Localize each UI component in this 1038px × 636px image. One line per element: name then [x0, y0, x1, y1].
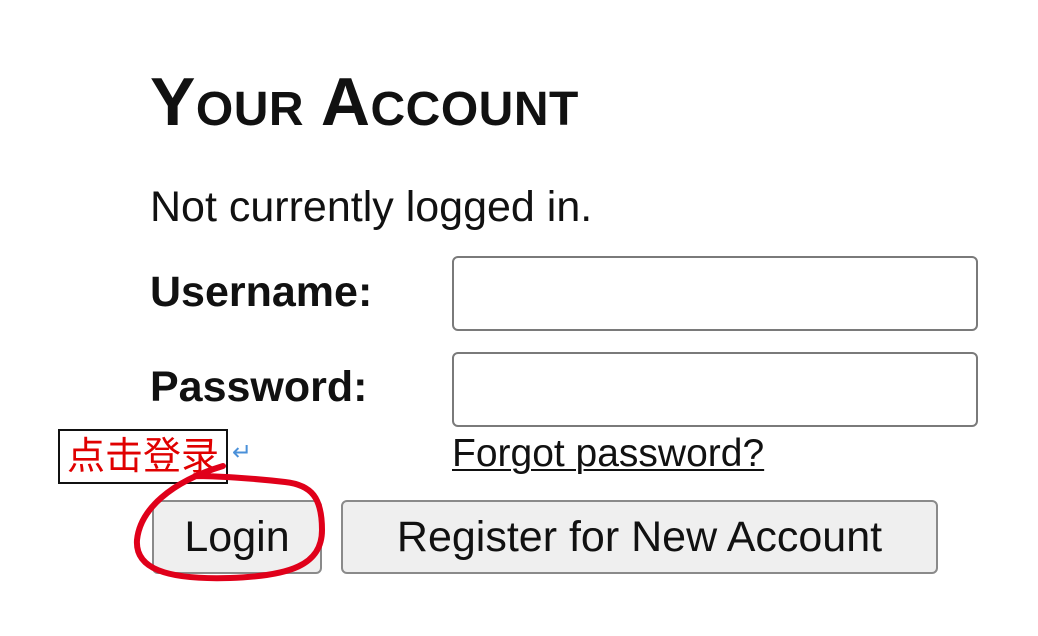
forgot-password-link[interactable]: Forgot password?	[452, 434, 764, 473]
password-label: Password:	[150, 363, 368, 411]
login-status-text: Not currently logged in.	[150, 183, 593, 231]
register-button[interactable]: Register for New Account	[341, 500, 938, 574]
username-label: Username:	[150, 268, 373, 316]
page-title: Your Account	[150, 64, 579, 140]
return-arrow-icon: ↵	[232, 438, 253, 466]
click-login-annotation: 点击登录	[58, 429, 228, 484]
login-button[interactable]: Login	[152, 500, 322, 574]
username-input[interactable]	[452, 256, 978, 331]
password-input[interactable]	[452, 352, 978, 427]
